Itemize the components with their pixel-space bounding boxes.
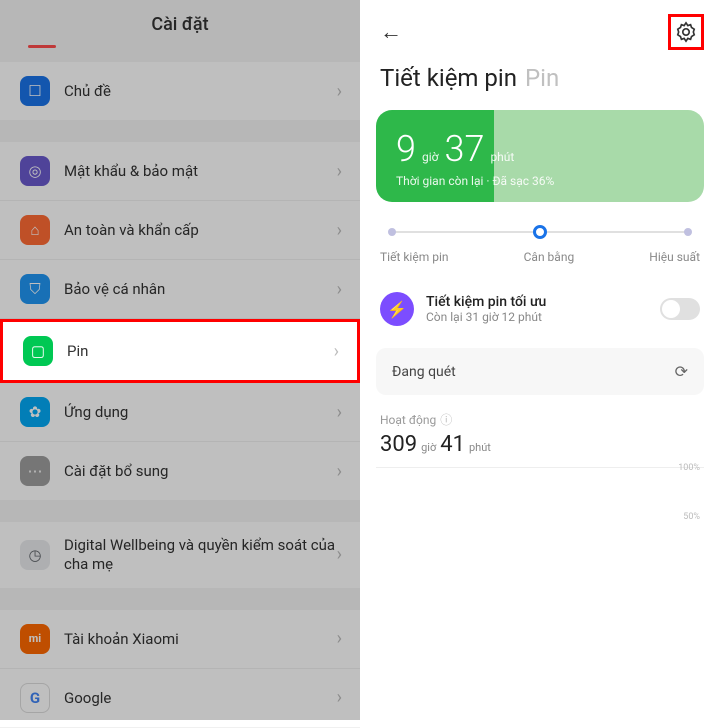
chevron-right-icon: › xyxy=(337,81,342,102)
settings-item-label: Mật khẩu & bảo mật xyxy=(64,162,337,180)
topbar: ← xyxy=(360,0,720,58)
settings-title: Cài đặt xyxy=(0,0,360,45)
battery-icon: ▢ xyxy=(23,336,53,366)
slider-dot-balanced-active[interactable] xyxy=(533,225,547,239)
chevron-right-icon: › xyxy=(337,687,342,708)
settings-item-label: Google xyxy=(64,689,337,707)
settings-item-label: Chủ đề xyxy=(64,82,337,100)
power-mode-slider[interactable]: Tiết kiệm pin Cân bằng Hiệu suất xyxy=(380,220,700,264)
safety-icon: ⌂ xyxy=(20,215,50,245)
chevron-right-icon: › xyxy=(337,461,342,482)
settings-item-label: Digital Wellbeing và quyền kiểm soát của… xyxy=(64,536,337,574)
slider-labels: Tiết kiệm pin Cân bằng Hiệu suất xyxy=(380,250,700,264)
activity-label: Hoạt động ⓘ xyxy=(380,411,700,428)
page-title: Tiết kiệm pin Pin xyxy=(360,58,720,110)
chevron-right-icon: › xyxy=(337,161,342,182)
act-mins: 41 xyxy=(440,432,465,457)
settings-item-xiaomi[interactable]: mi Tài khoản Xiaomi › xyxy=(0,610,360,669)
scan-label: Đang quét xyxy=(392,364,456,380)
settings-item-label: An toàn và khẩn cấp xyxy=(64,221,337,239)
activity-value: 309 giờ 41 phút xyxy=(380,432,700,457)
chart-y-100: 100% xyxy=(678,463,700,473)
mode-label-saver: Tiết kiệm pin xyxy=(380,250,449,264)
optimal-text: Tiết kiệm pin tối ưu Còn lại 31 giờ 12 p… xyxy=(426,294,660,324)
chevron-right-icon: › xyxy=(337,220,342,241)
apps-icon: ✿ xyxy=(20,397,50,427)
settings-item-apps[interactable]: ✿ Ứng dụng › xyxy=(0,383,360,442)
settings-item-google[interactable]: G Google › xyxy=(0,669,360,728)
optimal-title: Tiết kiệm pin tối ưu xyxy=(426,294,660,310)
act-hours-unit: giờ xyxy=(421,441,436,454)
chevron-right-icon: › xyxy=(334,341,339,362)
optimal-sub: Còn lại 31 giờ 12 phút xyxy=(426,310,660,324)
optimal-battery-row[interactable]: ⚡ Tiết kiệm pin tối ưu Còn lại 31 giờ 12… xyxy=(360,278,720,340)
slider-dot-saver[interactable] xyxy=(388,228,396,236)
settings-item-privacy[interactable]: ⛉ Bảo vệ cá nhân › xyxy=(0,260,360,319)
slider-dot-performance[interactable] xyxy=(684,228,692,236)
chevron-right-icon: › xyxy=(337,544,342,565)
bolt-icon: ⚡ xyxy=(380,292,414,326)
mode-label-balanced: Cân bằng xyxy=(524,250,575,264)
mins-value: 37 xyxy=(445,128,485,170)
chevron-right-icon: › xyxy=(337,279,342,300)
slider-track xyxy=(380,220,700,244)
settings-item-label: Ứng dụng xyxy=(64,403,337,421)
settings-item-label: Tài khoản Xiaomi xyxy=(64,630,337,648)
theme-icon: ☐ xyxy=(20,76,50,106)
usage-chart: 100% 50% xyxy=(376,467,704,517)
mins-unit: phút xyxy=(490,150,514,164)
more-icon: ⋯ xyxy=(20,456,50,486)
settings-item-theme[interactable]: ☐ Chủ đề › xyxy=(0,62,360,120)
gear-icon xyxy=(675,21,697,43)
refresh-icon[interactable]: ⟳ xyxy=(675,362,688,381)
lock-icon: ◎ xyxy=(20,156,50,186)
wellbeing-icon: ◷ xyxy=(20,540,50,570)
xiaomi-icon: mi xyxy=(20,624,50,654)
settings-item-security[interactable]: ◎ Mật khẩu & bảo mật › xyxy=(0,142,360,201)
chart-y-50: 50% xyxy=(683,512,700,522)
optimal-toggle[interactable] xyxy=(660,298,700,320)
settings-list-pane: Cài đặt ☐ Chủ đề › ◎ Mật khẩu & bảo mật … xyxy=(0,0,360,720)
battery-subtext: Thời gian còn lại · Đã sạc 36% xyxy=(396,174,684,188)
settings-item-safety[interactable]: ⌂ An toàn và khẩn cấp › xyxy=(0,201,360,260)
settings-item-additional[interactable]: ⋯ Cài đặt bổ sung › xyxy=(0,442,360,500)
settings-item-label: Pin xyxy=(67,342,334,360)
scan-row[interactable]: Đang quét ⟳ xyxy=(376,348,704,395)
settings-gear-button[interactable] xyxy=(668,14,704,50)
title-sub: Pin xyxy=(525,64,559,92)
toggle-knob xyxy=(662,300,680,318)
mode-label-performance: Hiệu suất xyxy=(649,250,700,264)
info-icon[interactable]: ⓘ xyxy=(440,411,452,428)
settings-item-label: Bảo vệ cá nhân xyxy=(64,280,337,298)
accent-bar xyxy=(28,45,56,48)
act-mins-unit: phút xyxy=(469,441,491,454)
title-main: Tiết kiệm pin xyxy=(380,64,517,92)
settings-item-wellbeing[interactable]: ◷ Digital Wellbeing và quyền kiểm soát c… xyxy=(0,522,360,588)
shield-icon: ⛉ xyxy=(20,274,50,304)
battery-detail-pane: ← Tiết kiệm pin Pin 9 giờ 37 phút Thời gi… xyxy=(360,0,720,720)
activity-section: Hoạt động ⓘ 309 giờ 41 phút xyxy=(360,411,720,457)
chevron-right-icon: › xyxy=(337,402,342,423)
back-button[interactable]: ← xyxy=(376,15,406,49)
remaining-time: 9 giờ 37 phút xyxy=(396,128,684,170)
hours-unit: giờ xyxy=(422,150,439,164)
chevron-right-icon: › xyxy=(337,628,342,649)
act-hours: 309 xyxy=(380,432,417,457)
settings-item-battery[interactable]: ▢ Pin › xyxy=(0,319,360,383)
hours-value: 9 xyxy=(396,128,416,170)
settings-item-label: Cài đặt bổ sung xyxy=(64,462,337,480)
battery-status-card[interactable]: 9 giờ 37 phút Thời gian còn lại · Đã sạc… xyxy=(376,110,704,202)
google-icon: G xyxy=(20,683,50,713)
